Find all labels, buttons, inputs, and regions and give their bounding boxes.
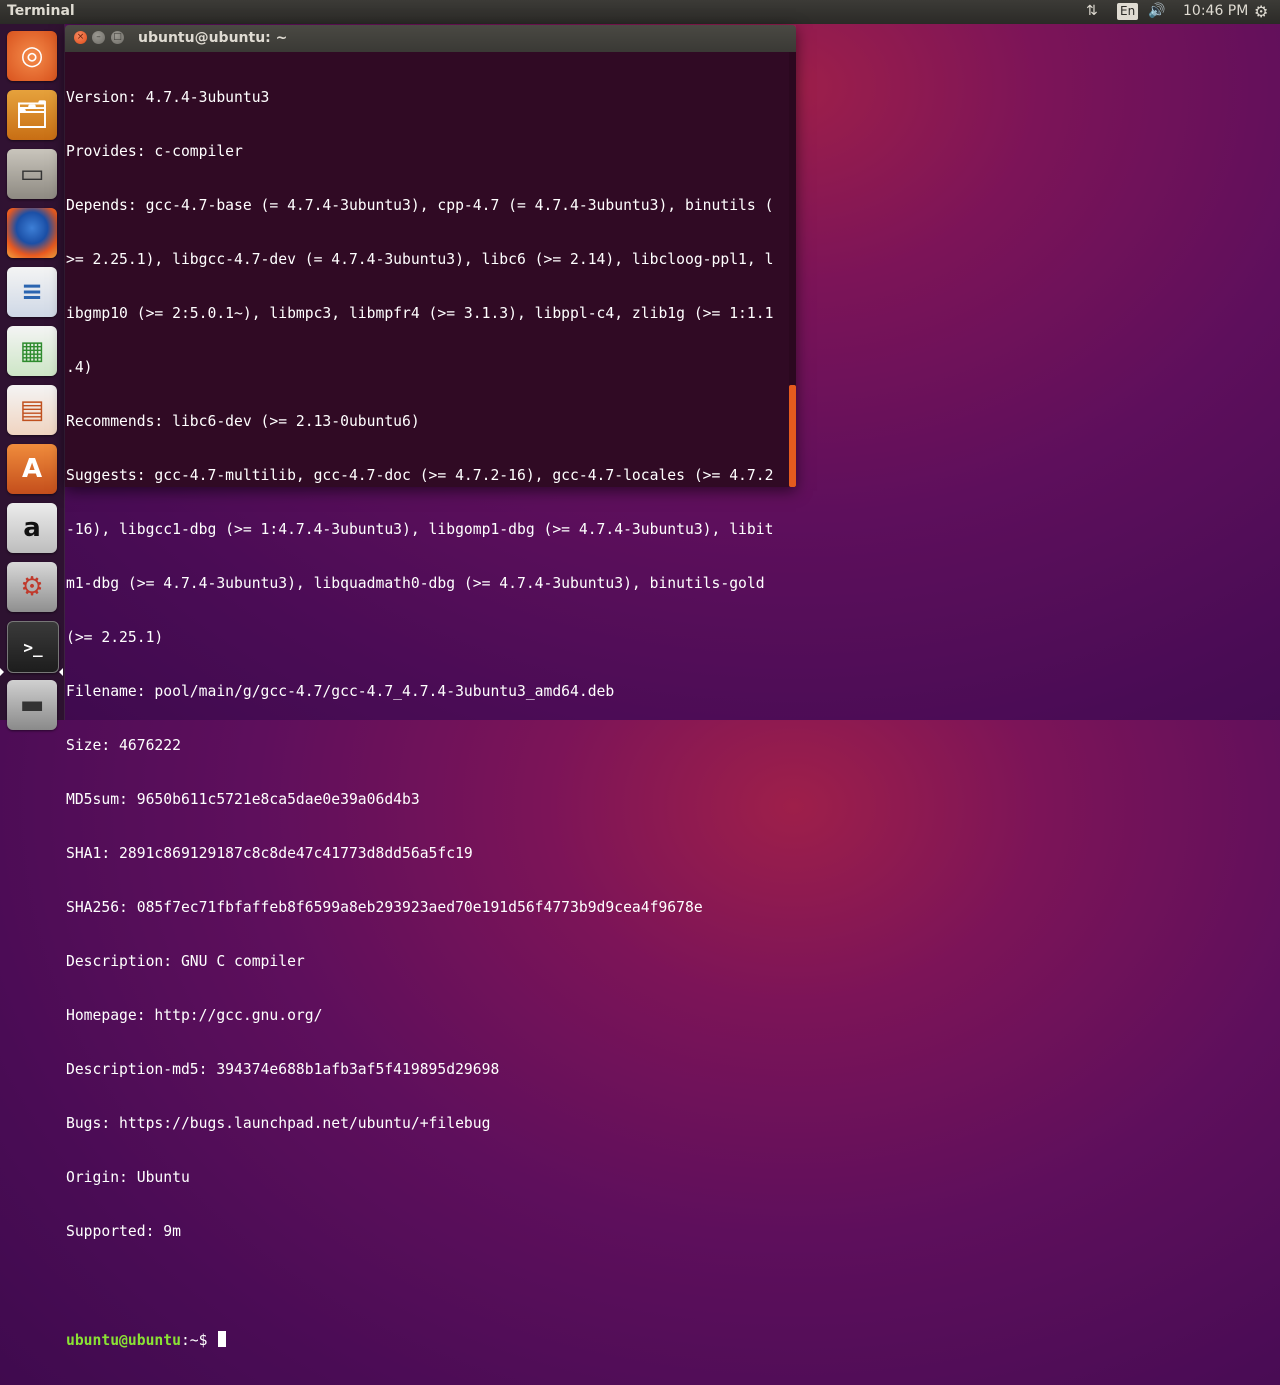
terminal-line: Provides: c-compiler <box>66 143 243 160</box>
launcher-firefox[interactable] <box>7 208 57 258</box>
launcher-libreoffice-calc[interactable]: ▦ <box>7 326 57 376</box>
launcher-disk-backup[interactable]: ▬ <box>7 680 57 730</box>
files-manager-icon: 🗂 <box>15 100 49 130</box>
writer-document-icon: ≡ <box>21 277 43 307</box>
terminal-line: Description: GNU C compiler <box>66 953 305 970</box>
terminal-line: Bugs: https://bugs.launchpad.net/ubuntu/… <box>66 1115 491 1132</box>
scrollbar-thumb[interactable] <box>789 385 796 487</box>
app-title[interactable]: Terminal <box>7 3 75 19</box>
file-cabinet-icon: ▭ <box>19 159 45 189</box>
settings-gear-icon[interactable]: ⚙ <box>1254 2 1268 21</box>
text-cursor <box>218 1331 227 1347</box>
running-indicator-left <box>0 668 4 676</box>
terminal-line: -16), libgcc1-dbg (>= 1:4.7.4-3ubuntu3),… <box>66 521 774 538</box>
prompt-user-host: ubuntu@ubuntu <box>66 1332 181 1349</box>
terminal-line: Description-md5: 394374e688b1afb3af5f419… <box>66 1061 500 1078</box>
launcher-system-settings[interactable]: ⚙ <box>7 562 57 612</box>
keyboard-layout-indicator[interactable]: En <box>1117 3 1139 20</box>
terminal-line: SHA1: 2891c869129187c8c8de47c41773d8dd56… <box>66 845 473 862</box>
shell-prompt-line[interactable]: ubuntu@ubuntu:~$ <box>66 1331 786 1349</box>
terminal-line: Filename: pool/main/g/gcc-4.7/gcc-4.7_4.… <box>66 683 615 700</box>
launcher-libreoffice-impress[interactable]: ▤ <box>7 385 57 435</box>
launcher-terminal[interactable]: >_ <box>7 621 59 673</box>
network-icon[interactable]: ⇅ <box>1086 3 1098 19</box>
impress-presentation-icon: ▤ <box>19 395 45 425</box>
clock[interactable]: 10:46 PM <box>1183 3 1248 19</box>
disk-drive-icon: ▬ <box>19 690 45 720</box>
close-button[interactable]: × <box>74 31 87 44</box>
window-title-bar[interactable]: × – □ ubuntu@ubuntu: ~ <box>65 25 796 52</box>
launcher-files-manager[interactable]: 🗂 <box>7 90 57 140</box>
terminal-line: Recommends: libc6-dev (>= 2.13-0ubuntu6) <box>66 413 420 430</box>
calc-spreadsheet-icon: ▦ <box>19 336 45 366</box>
terminal-line: SHA256: 085f7ec71fbfaffeb8f6599a8eb29392… <box>66 899 703 916</box>
top-panel: Terminal ⇅ En 🔊 10:46 PM ⚙ <box>0 0 1280 24</box>
system-settings-icon: ⚙ <box>20 572 44 602</box>
terminal-line: ibgmp10 (>= 2:5.0.1~), libmpc3, libmpfr4… <box>66 305 774 322</box>
launcher-files-cabinet[interactable]: ▭ <box>7 149 57 199</box>
ubuntu-logo-icon: ◎ <box>20 41 44 71</box>
launcher-ubuntu-software-center[interactable]: A <box>7 444 57 494</box>
minimize-button[interactable]: – <box>92 31 105 44</box>
terminal-line: MD5sum: 9650b611c5721e8ca5dae0e39a06d4b3 <box>66 791 420 808</box>
terminal-line: Depends: gcc-4.7-base (= 4.7.4-3ubuntu3)… <box>66 197 774 214</box>
terminal-line: Supported: 9m <box>66 1223 181 1240</box>
amazon-icon: a <box>23 513 41 543</box>
terminal-line: .4) <box>66 359 93 376</box>
terminal-line: Size: 4676222 <box>66 737 181 754</box>
terminal-line: Origin: Ubuntu <box>66 1169 190 1186</box>
terminal-line: Homepage: http://gcc.gnu.org/ <box>66 1007 323 1024</box>
maximize-button[interactable]: □ <box>111 31 124 44</box>
window-title: ubuntu@ubuntu: ~ <box>138 30 288 46</box>
terminal-line: >= 2.25.1), libgcc-4.7-dev (= 4.7.4-3ubu… <box>66 251 774 268</box>
terminal-line: (>= 2.25.1) <box>66 629 164 646</box>
launcher: ◎ 🗂 ▭ ≡ ▦ ▤ A a ⚙ >_ ▬ <box>0 24 65 730</box>
active-indicator-right <box>59 668 63 676</box>
scrollbar[interactable] <box>789 52 796 487</box>
prompt-path-symbol: :~$ <box>180 1332 217 1349</box>
terminal-line: Version: 4.7.4-3ubuntu3 <box>66 89 270 106</box>
launcher-libreoffice-writer[interactable]: ≡ <box>7 267 57 317</box>
terminal-window: × – □ ubuntu@ubuntu: ~ Version: 4.7.4-3u… <box>65 25 796 1349</box>
terminal-body[interactable]: Version: 4.7.4-3ubuntu3 Provides: c-comp… <box>65 52 796 1349</box>
launcher-amazon[interactable]: a <box>7 503 57 553</box>
software-center-bag-icon: A <box>21 454 43 484</box>
terminal-icon: >_ <box>23 637 43 657</box>
launcher-dash-home[interactable]: ◎ <box>7 31 57 81</box>
terminal-output[interactable]: Version: 4.7.4-3ubuntu3 Provides: c-comp… <box>66 53 786 1385</box>
terminal-line: m1-dbg (>= 4.7.4-3ubuntu3), libquadmath0… <box>66 575 765 592</box>
volume-icon[interactable]: 🔊 <box>1148 3 1165 19</box>
terminal-line: Suggests: gcc-4.7-multilib, gcc-4.7-doc … <box>66 467 774 484</box>
